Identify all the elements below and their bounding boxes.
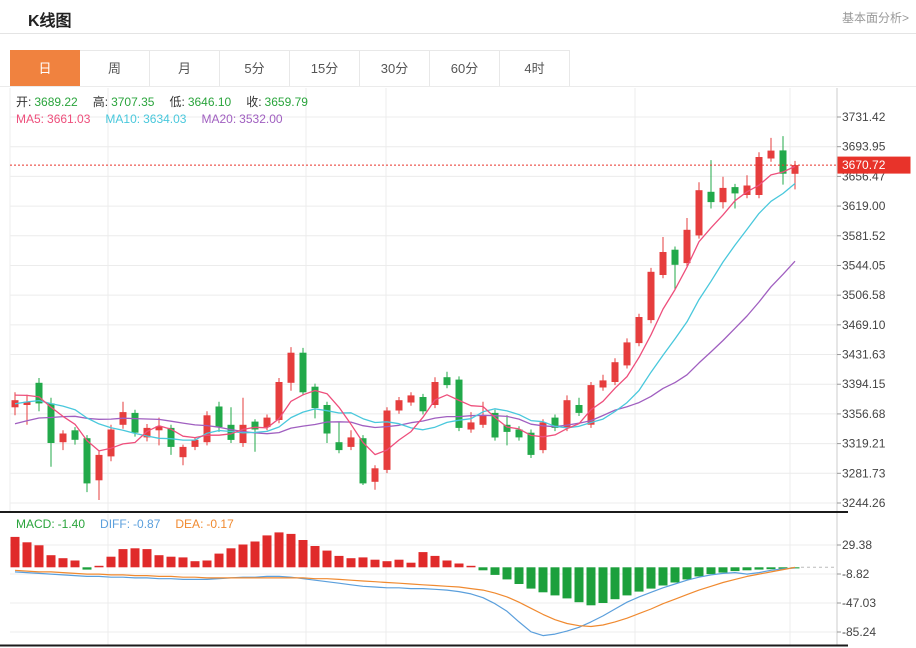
price-axis-label: 3244.26 (842, 496, 886, 510)
tab-month[interactable]: 月 (150, 50, 220, 87)
tab-15min[interactable]: 15分 (290, 50, 360, 87)
ohlc-low-value: 3646.10 (188, 95, 231, 109)
price-axis-label: 3731.42 (842, 110, 886, 124)
fundamental-analysis-link[interactable]: 基本面分析> (842, 9, 909, 26)
price-axis-label: 3394.15 (842, 377, 886, 391)
panel-separators (0, 511, 848, 647)
ohlc-high-value: 3707.35 (111, 95, 154, 109)
ohlc-close-label: 收: (246, 95, 261, 109)
ohlc-high: 高:3707.35 (93, 95, 155, 109)
tab-60min[interactable]: 60分 (430, 50, 500, 87)
macd-label: MACD: (16, 517, 55, 531)
ohlc-open: 开:3689.22 (16, 95, 78, 109)
macd-axis-label: -47.03 (842, 596, 876, 610)
price-axis-label: 3281.73 (842, 466, 886, 480)
ma20-value: 3532.00 (239, 112, 282, 126)
ohlc-readout: 开:3689.22 高:3707.35 低: 3646.10 收: 3659.79 (16, 95, 323, 109)
ohlc-high-label: 高: (93, 95, 108, 109)
macd-value: -1.40 (58, 517, 85, 531)
ma20-line (15, 261, 795, 434)
tabbar-underline (0, 86, 916, 87)
tab-day[interactable]: 日 (10, 50, 80, 87)
price-axis-label: 3693.95 (842, 140, 886, 154)
price-axis-label: 3319.21 (842, 437, 886, 451)
ma10-value: 3634.03 (143, 112, 186, 126)
price-axis-label: 3469.10 (842, 318, 886, 332)
ma5-line (15, 166, 795, 454)
ohlc-close: 收: 3659.79 (246, 95, 308, 109)
timeframe-tabbar: 日周月5分15分30分60分4时 (10, 50, 570, 87)
macd-axis-label: 29.38 (842, 538, 872, 552)
ma10-label: MA10: (105, 112, 140, 126)
macd-axis: 29.38 -8.82 -47.03 -85.24 (837, 538, 876, 639)
diff: DIFF:-0.87 (100, 517, 160, 531)
price-axis-label: 3431.63 (842, 348, 886, 362)
diff-label: DIFF: (100, 517, 130, 531)
current-price-value: 3670.72 (842, 158, 886, 172)
ohlc-open-label: 开: (16, 95, 31, 109)
price-axis-label: 3356.68 (842, 407, 886, 421)
tab-5min[interactable]: 5分 (220, 50, 290, 87)
diff-value: -0.87 (133, 517, 160, 531)
ma5: MA5:3661.03 (16, 112, 90, 126)
dea-value: -0.17 (206, 517, 233, 531)
ohlc-low-label: 低: (169, 95, 184, 109)
tab-30min[interactable]: 30分 (360, 50, 430, 87)
dea-label: DEA: (175, 517, 203, 531)
kline-page: { "header": { "title": "K线图", "link": "基… (0, 0, 916, 648)
page-title: K线图 (28, 7, 72, 31)
tab-week[interactable]: 周 (80, 50, 150, 87)
ma20: MA20:3532.00 (201, 112, 282, 126)
current-price-marker: 3670.72 (10, 157, 911, 174)
macd-axis-label: -8.82 (842, 567, 870, 581)
ma-readout: MA5:3661.03 MA10:3634.03 MA20:3532.00 (16, 112, 298, 126)
ohlc-low: 低: 3646.10 (169, 95, 231, 109)
price-axis-label: 3544.05 (842, 259, 886, 273)
ma5-value: 3661.03 (47, 112, 90, 126)
ma10-line (15, 184, 795, 441)
price-axis-label: 3506.58 (842, 288, 886, 302)
dea: DEA:-0.17 (175, 517, 233, 531)
macd: MACD:-1.40 (16, 517, 85, 531)
ma20-label: MA20: (201, 112, 236, 126)
ma5-label: MA5: (16, 112, 44, 126)
macd-axis-label: -85.24 (842, 625, 876, 639)
header-divider (0, 33, 916, 34)
macd-readout: MACD:-1.40 DIFF:-0.87 DEA:-0.17 (16, 517, 249, 531)
ma10: MA10:3634.03 (105, 112, 186, 126)
macd-layer (11, 532, 837, 605)
price-axis-label: 3581.52 (842, 229, 886, 243)
price-axis-label: 3619.00 (842, 199, 886, 213)
ohlc-open-value: 3689.22 (34, 95, 77, 109)
ohlc-close-value: 3659.79 (265, 95, 308, 109)
candles-layer (12, 136, 799, 500)
tab-4hour[interactable]: 4时 (500, 50, 570, 87)
